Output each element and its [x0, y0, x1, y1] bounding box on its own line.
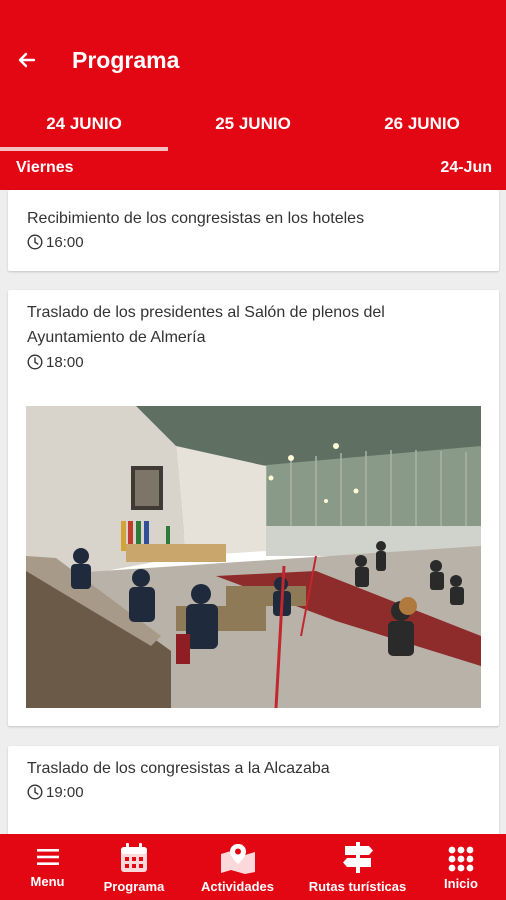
tab-25-junio[interactable]: 25 JUNIO [169, 104, 337, 150]
day-date: 24-Jun [440, 159, 492, 176]
event-time: 18:00 [27, 352, 84, 372]
event-title: Traslado de los congresistas a la Alcaza… [27, 760, 330, 777]
day-header: Viernes 24-Jun [0, 151, 506, 190]
event-title: Traslado de los presidentes al Salón de … [27, 304, 385, 346]
nav-programa[interactable]: Programa [95, 834, 173, 900]
page-title: Programa [72, 47, 180, 73]
grid-icon [448, 846, 474, 872]
bottom-navigation: Menu Programa Actividades Rutas turístic… [0, 834, 506, 900]
event-card[interactable]: Recibimiento de los congresistas en los … [8, 190, 499, 271]
clock-icon [27, 784, 43, 800]
event-time: 16:00 [27, 232, 84, 252]
toolbar: Programa [0, 28, 506, 92]
tab-24-junio[interactable]: 24 JUNIO [0, 104, 168, 150]
nav-label: Actividades [201, 879, 274, 894]
nav-rutas-turisticas[interactable]: Rutas turísticas [300, 834, 415, 900]
council-chamber-photo [26, 406, 481, 708]
tab-26-junio[interactable]: 26 JUNIO [338, 104, 506, 150]
day-name: Viernes [16, 159, 74, 176]
signpost-icon [342, 842, 373, 873]
event-card[interactable]: Traslado de los presidentes al Salón de … [8, 290, 499, 726]
back-button[interactable] [12, 42, 44, 78]
nav-menu[interactable]: Menu [0, 834, 95, 900]
nav-actividades[interactable]: Actividades [190, 834, 285, 900]
nav-label: Menu [30, 874, 65, 889]
nav-label: Rutas turísticas [308, 879, 407, 894]
event-title: Recibimiento de los congresistas en los … [27, 210, 365, 227]
nav-label: Programa [103, 879, 165, 894]
event-time-text: 16:00 [46, 233, 84, 251]
clock-icon [27, 234, 43, 250]
event-time-text: 19:00 [46, 783, 84, 801]
nav-label: Inicio [444, 876, 478, 891]
app-header: Programa 24 JUNIO 25 JUNIO 26 JUNIO Vier… [0, 0, 506, 190]
map-pin-icon [220, 844, 255, 874]
nav-inicio[interactable]: Inicio [425, 834, 497, 900]
calendar-icon [121, 843, 147, 872]
event-time-text: 18:00 [46, 353, 84, 371]
arrow-left-icon [18, 52, 36, 68]
event-time: 19:00 [27, 782, 84, 802]
event-card[interactable]: Traslado de los congresistas a la Alcaza… [8, 746, 499, 838]
clock-icon [27, 354, 43, 370]
hamburger-menu-icon [36, 849, 59, 865]
date-tabs: 24 JUNIO 25 JUNIO 26 JUNIO [0, 104, 506, 150]
